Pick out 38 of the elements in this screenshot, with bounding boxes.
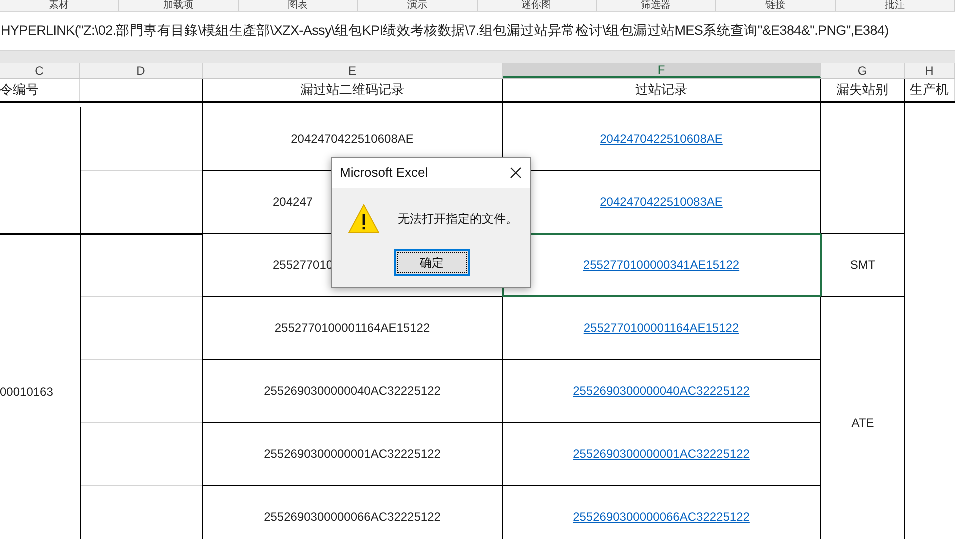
table-cell-text: 2042470422510608AE	[291, 130, 414, 148]
column-title: 漏失站别	[836, 81, 888, 100]
ok-button[interactable]: 确定	[394, 249, 470, 276]
ribbon-group-label: 素材	[49, 0, 70, 11]
table-cell-text: 204247	[273, 194, 314, 211]
table-cell-text: 255277010	[273, 257, 334, 274]
column-title: 令编号	[0, 81, 39, 100]
table-cell-text: 2552690300000001AC32225122	[264, 446, 441, 463]
table-cell-text: 2552690300000066AC32225122	[264, 509, 441, 526]
table-cell-text: 2552770100001164AE15122	[274, 320, 430, 337]
ribbon-group-label: 迷你图	[522, 0, 552, 11]
close-icon[interactable]	[510, 167, 522, 179]
ribbon-group-label: 图表	[288, 0, 308, 11]
ribbon-group-label: 筛选器	[641, 0, 672, 11]
hyperlink[interactable]: 2552770100001164AE15122	[584, 319, 740, 337]
hyperlink[interactable]: 2552770100000341AE15122	[583, 256, 740, 274]
column-title: 生产机	[910, 81, 949, 100]
column-header[interactable]: D	[80, 63, 203, 78]
column-header[interactable]: G	[821, 63, 905, 78]
column-header[interactable]: F	[503, 63, 821, 78]
column-title: 漏过站二维码记录	[300, 81, 404, 100]
table-cell-text: ATE	[852, 414, 874, 432]
dialog-title: Microsoft Excel	[340, 164, 428, 182]
table-cell-text: 00010163	[0, 384, 54, 400]
hyperlink[interactable]: 2042470422510083AE	[600, 193, 723, 211]
ribbon-group-label: 链接	[765, 0, 786, 11]
column-title: 过站记录	[636, 81, 688, 100]
warning-icon	[348, 204, 380, 234]
hyperlink[interactable]: 2042470422510608AE	[600, 130, 723, 148]
column-header[interactable]: C	[0, 63, 80, 78]
ribbon-group-label: 加载项	[164, 0, 194, 11]
dialog-message: 无法打开指定的文件。	[398, 211, 518, 228]
hyperlink[interactable]: 2552690300000001AC32225122	[573, 445, 750, 463]
table-cell-text: 2552690300000040AC32225122	[264, 383, 441, 400]
column-header[interactable]: H	[905, 63, 955, 78]
hyperlink[interactable]: 2552690300000040AC32225122	[573, 382, 750, 400]
hyperlink[interactable]: 2552690300000066AC32225122	[573, 508, 750, 526]
table-cell-text: SMT	[850, 257, 876, 274]
